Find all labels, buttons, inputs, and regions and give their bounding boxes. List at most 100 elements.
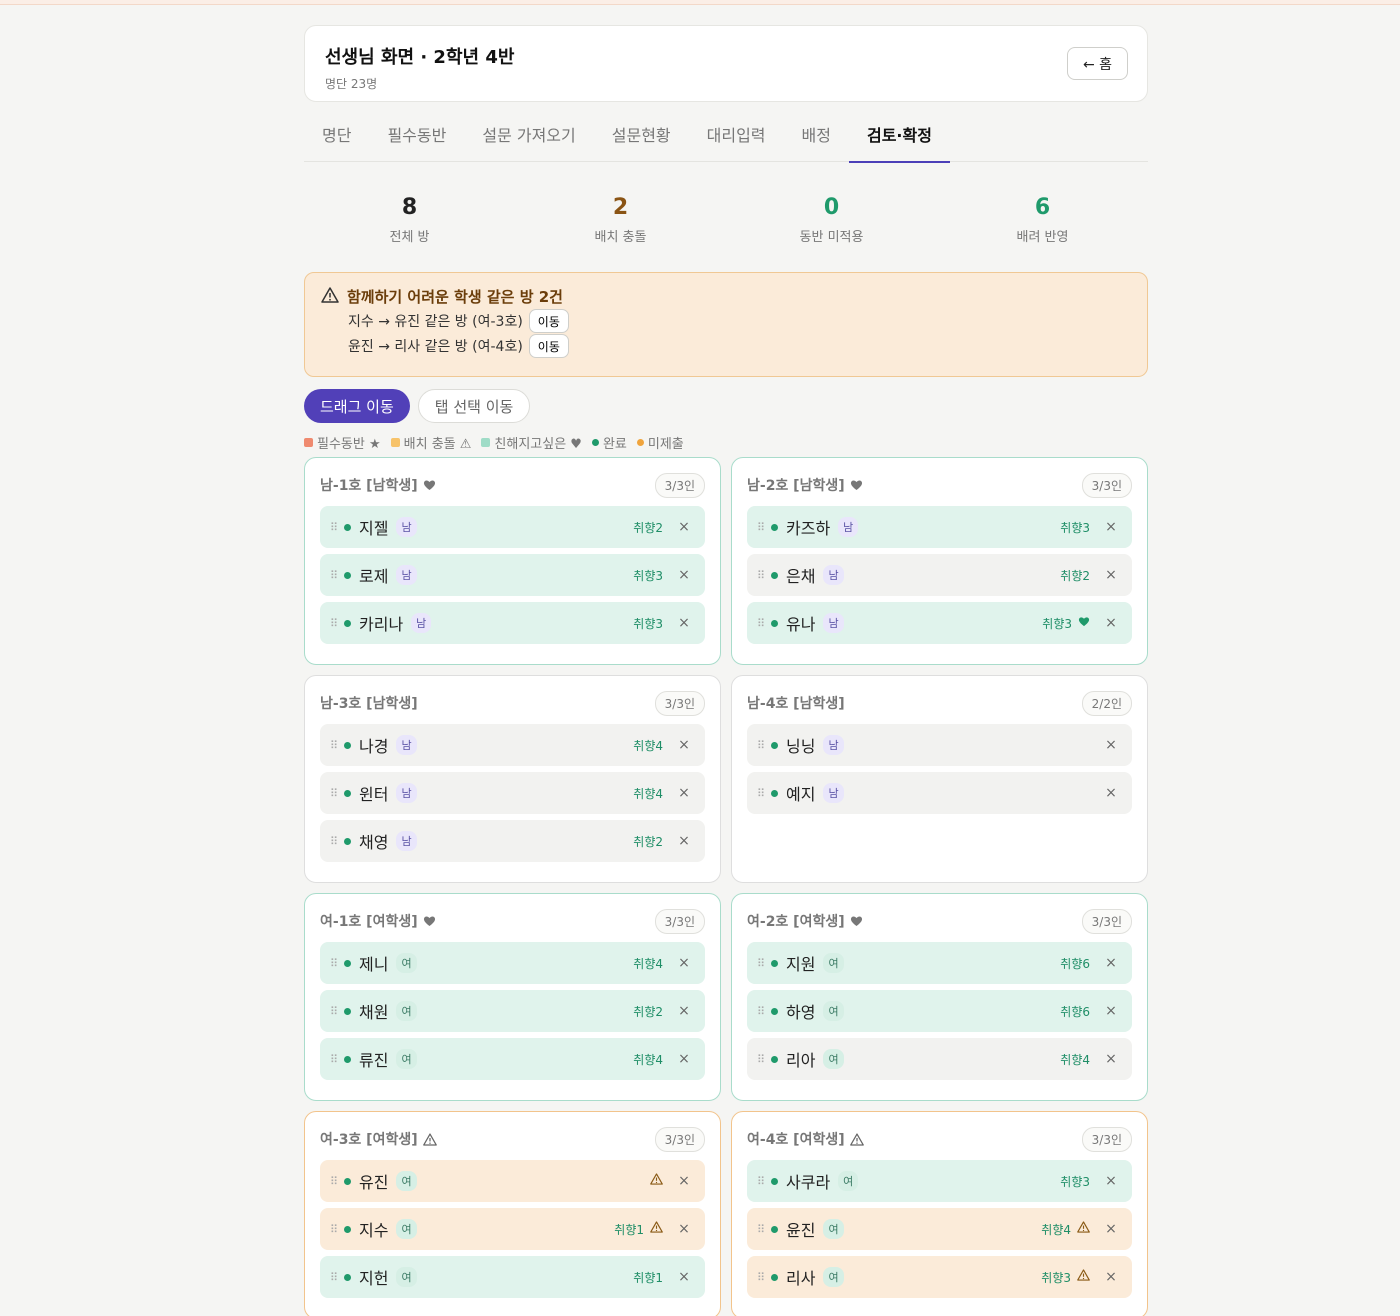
drag-handle-icon[interactable]: ⠿ <box>330 957 344 970</box>
remove-icon[interactable]: × <box>1100 1051 1122 1067</box>
tap-mode-button[interactable]: 탭 선택 이동 <box>417 389 531 423</box>
remove-icon[interactable]: × <box>1100 1173 1122 1189</box>
remove-icon[interactable]: × <box>673 833 695 849</box>
move-button[interactable]: 이동 <box>528 309 569 333</box>
drag-handle-icon[interactable]: ⠿ <box>757 1223 771 1236</box>
drag-handle-icon[interactable]: ⠿ <box>330 835 344 848</box>
drag-handle-icon[interactable]: ⠿ <box>330 787 344 800</box>
room-capacity: 3/3인 <box>654 1126 705 1152</box>
remove-icon[interactable]: × <box>1100 519 1122 535</box>
student-chip[interactable]: ⠿ 윤진 여 취향4 × <box>747 1208 1132 1250</box>
remove-icon[interactable]: × <box>673 1173 695 1189</box>
student-chip[interactable]: ⠿ 나경 남 취향4 × <box>320 724 705 766</box>
student-chip[interactable]: ⠿ 지수 여 취향1 × <box>320 1208 705 1250</box>
student-chip[interactable]: ⠿ 하영 여 취향6 × <box>747 990 1132 1032</box>
remove-icon[interactable]: × <box>673 1221 695 1237</box>
drag-handle-icon[interactable]: ⠿ <box>330 569 344 582</box>
remove-icon[interactable]: × <box>1100 955 1122 971</box>
student-chip[interactable]: ⠿ 채영 남 취향2 × <box>320 820 705 862</box>
move-mode-toggle: 드래그 이동 탭 선택 이동 <box>304 389 1148 423</box>
remove-icon[interactable]: × <box>673 737 695 753</box>
drag-handle-icon[interactable]: ⠿ <box>330 521 344 534</box>
preference-tag: 취향4 <box>633 786 663 801</box>
student-name: 카즈하 <box>786 519 831 538</box>
preference-tag: 취향4 <box>633 738 663 753</box>
student-chip[interactable]: ⠿ 카즈하 남 취향3 × <box>747 506 1132 548</box>
drag-handle-icon[interactable]: ⠿ <box>757 1053 771 1066</box>
student-chip[interactable]: ⠿ 카리나 남 취향3 × <box>320 602 705 644</box>
remove-icon[interactable]: × <box>673 567 695 583</box>
student-chip[interactable]: ⠿ 제니 여 취향4 × <box>320 942 705 984</box>
remove-icon[interactable]: × <box>1100 737 1122 753</box>
student-chip[interactable]: ⠿ 지원 여 취향6 × <box>747 942 1132 984</box>
gender-badge: 남 <box>823 613 844 633</box>
stat-value: 2 <box>612 195 629 220</box>
remove-icon[interactable]: × <box>1100 567 1122 583</box>
remove-icon[interactable]: × <box>1100 785 1122 801</box>
remove-icon[interactable]: × <box>673 1269 695 1285</box>
drag-handle-icon[interactable]: ⠿ <box>330 739 344 752</box>
room-name: 남-4호 [남학생] <box>747 696 845 712</box>
legend-label: 완료 <box>602 436 627 452</box>
drag-handle-icon[interactable]: ⠿ <box>757 1175 771 1188</box>
student-chip[interactable]: ⠿ 리아 여 취향4 × <box>747 1038 1132 1080</box>
tab-1[interactable]: 필수동반 <box>369 102 464 162</box>
remove-icon[interactable]: × <box>673 1051 695 1067</box>
room-title: 남-3호 [남학생] <box>320 693 418 713</box>
student-chip[interactable]: ⠿ 닝닝 남 × <box>747 724 1132 766</box>
drag-handle-icon[interactable]: ⠿ <box>330 1223 344 1236</box>
student-chip[interactable]: ⠿ 지젤 남 취향2 × <box>320 506 705 548</box>
student-chip[interactable]: ⠿ 류진 여 취향4 × <box>320 1038 705 1080</box>
remove-icon[interactable]: × <box>673 955 695 971</box>
student-chip[interactable]: ⠿ 로제 남 취향3 × <box>320 554 705 596</box>
student-chip[interactable]: ⠿ 유나 남 취향3 × <box>747 602 1132 644</box>
status-dot <box>344 959 351 967</box>
drag-handle-icon[interactable]: ⠿ <box>330 1175 344 1188</box>
tab-6[interactable]: 검토·확정 <box>848 102 950 163</box>
remove-icon[interactable]: × <box>1100 615 1122 631</box>
remove-icon[interactable]: × <box>673 1003 695 1019</box>
preference-tag: 취향4 <box>633 956 663 971</box>
remove-icon[interactable]: × <box>673 785 695 801</box>
drag-handle-icon[interactable]: ⠿ <box>757 521 771 534</box>
preference-tag: 취향6 <box>1060 1004 1090 1019</box>
tab-3[interactable]: 설문현황 <box>594 102 689 162</box>
student-chip[interactable]: ⠿ 지헌 여 취향1 × <box>320 1256 705 1298</box>
remove-icon[interactable]: × <box>673 615 695 631</box>
move-button[interactable]: 이동 <box>528 334 569 358</box>
student-chip[interactable]: ⠿ 사쿠라 여 취향3 × <box>747 1160 1132 1202</box>
student-chip[interactable]: ⠿ 채원 여 취향2 × <box>320 990 705 1032</box>
tab-4[interactable]: 대리입력 <box>689 102 784 162</box>
home-button[interactable]: ← 홈 <box>1067 47 1128 80</box>
drag-handle-icon[interactable]: ⠿ <box>330 1053 344 1066</box>
drag-handle-icon[interactable]: ⠿ <box>757 1271 771 1284</box>
heart-icon <box>423 915 436 927</box>
student-chip[interactable]: ⠿ 리사 여 취향3 × <box>747 1256 1132 1298</box>
student-chip[interactable]: ⠿ 윈터 남 취향4 × <box>320 772 705 814</box>
remove-icon[interactable]: × <box>673 519 695 535</box>
student-chip[interactable]: ⠿ 은채 남 취향2 × <box>747 554 1132 596</box>
drag-handle-icon[interactable]: ⠿ <box>757 1005 771 1018</box>
drag-handle-icon[interactable]: ⠿ <box>330 617 344 630</box>
drag-handle-icon[interactable]: ⠿ <box>757 739 771 752</box>
drag-handle-icon[interactable]: ⠿ <box>757 569 771 582</box>
drag-handle-icon[interactable]: ⠿ <box>757 787 771 800</box>
drag-handle-icon[interactable]: ⠿ <box>757 617 771 630</box>
alert-heading: 함께하기 어려운 학생 같은 방 2건 <box>321 286 1131 307</box>
student-chip[interactable]: ⠿ 예지 남 × <box>747 772 1132 814</box>
tab-0[interactable]: 명단 <box>304 102 369 162</box>
tab-2[interactable]: 설문 가져오기 <box>464 102 593 162</box>
remove-icon[interactable]: × <box>1100 1003 1122 1019</box>
room-title: 여-3호 [여학생] <box>320 1129 437 1149</box>
tab-5[interactable]: 배정 <box>784 102 849 162</box>
drag-handle-icon[interactable]: ⠿ <box>330 1271 344 1284</box>
room-header: 여-3호 [여학생] 3/3인 <box>320 1126 705 1152</box>
status-dot <box>771 1273 778 1281</box>
drag-handle-icon[interactable]: ⠿ <box>330 1005 344 1018</box>
student-chip[interactable]: ⠿ 유진 여 × <box>320 1160 705 1202</box>
student-name: 카리나 <box>359 615 404 634</box>
drag-mode-button[interactable]: 드래그 이동 <box>304 389 410 423</box>
remove-icon[interactable]: × <box>1100 1269 1122 1285</box>
drag-handle-icon[interactable]: ⠿ <box>757 957 771 970</box>
remove-icon[interactable]: × <box>1100 1221 1122 1237</box>
